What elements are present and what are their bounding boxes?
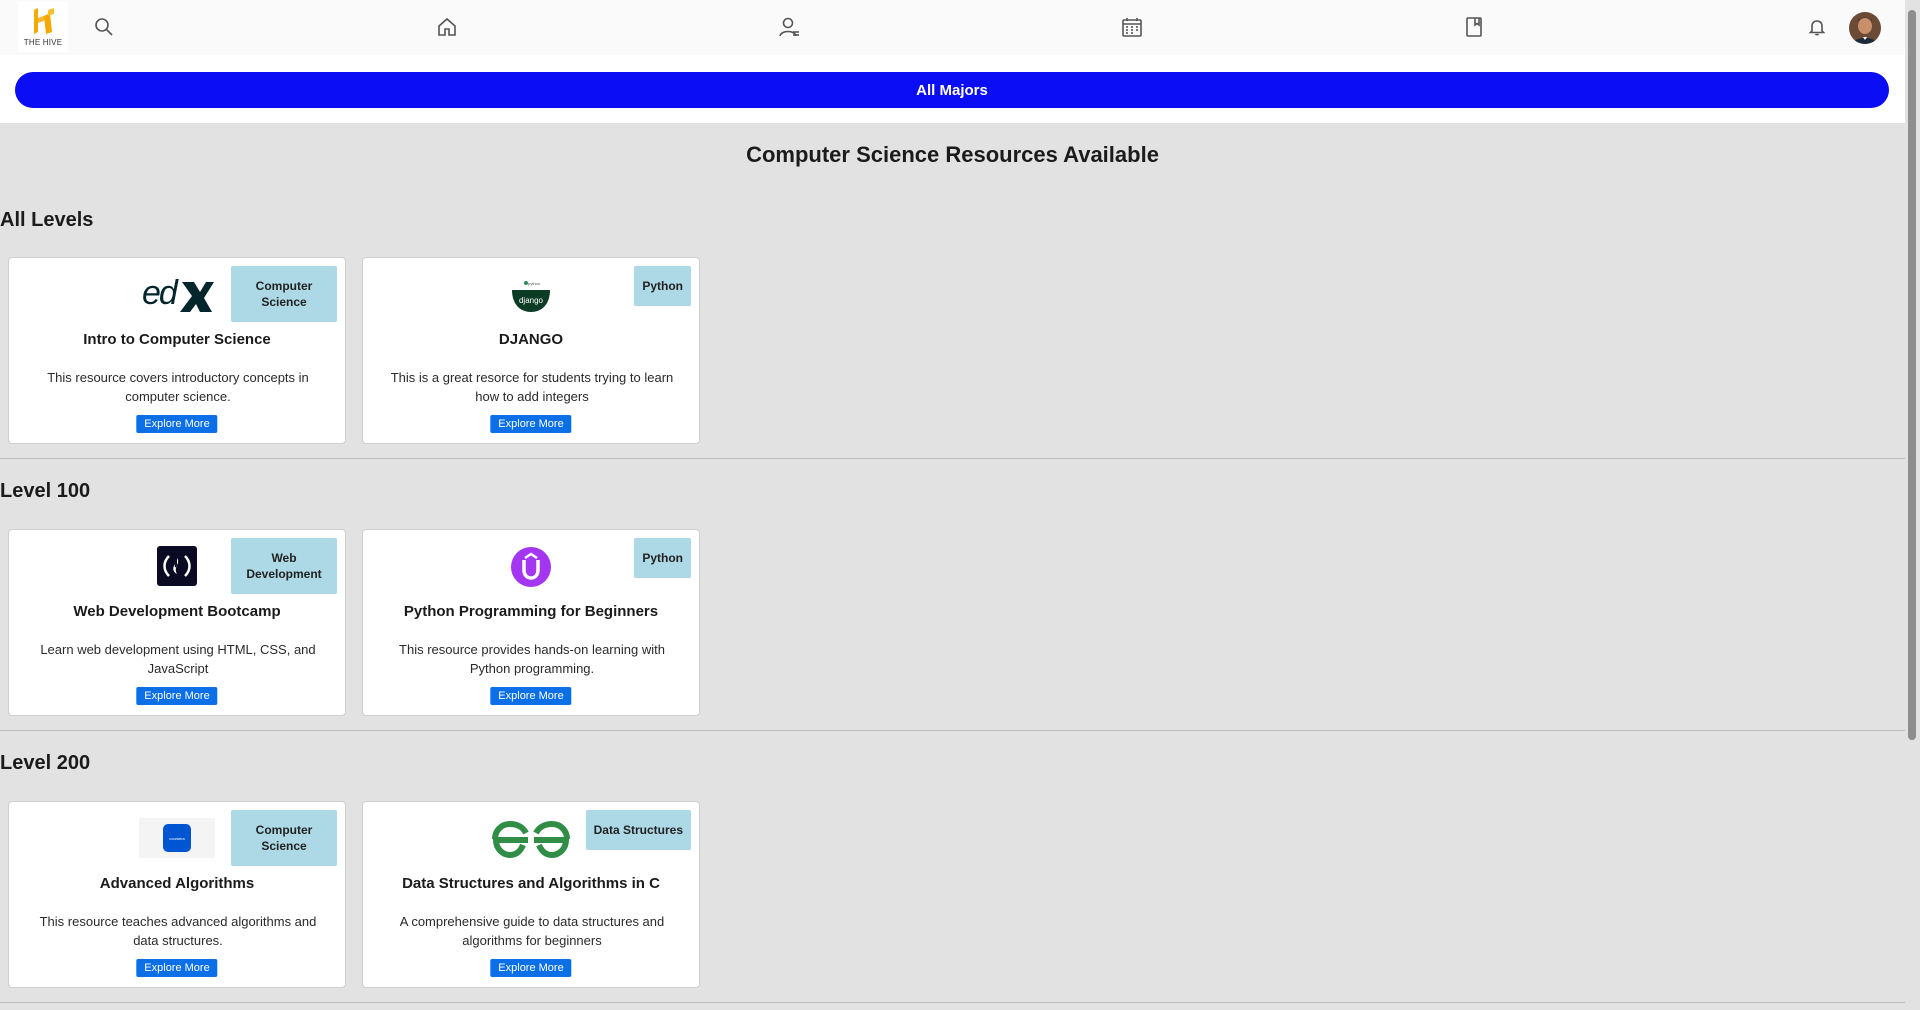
explore-more-button[interactable]: Explore More — [490, 415, 572, 433]
avatar-icon — [1849, 12, 1881, 44]
card-description: This resource teaches advanced algorithm… — [39, 914, 317, 948]
all-majors-button[interactable]: All Majors — [15, 72, 1889, 108]
bell-icon[interactable] — [1805, 15, 1829, 39]
resource-card: django python Python DJANGO This is a gr… — [362, 257, 700, 444]
section-heading-all-levels: All Levels — [0, 209, 94, 231]
svg-text:python: python — [528, 281, 540, 286]
card-title: Intro to Computer Science — [83, 331, 271, 348]
search-icon[interactable] — [92, 15, 116, 39]
coursera-logo: coursera — [139, 818, 215, 858]
section-heading-level-100: Level 100 — [0, 480, 91, 502]
explore-more-button[interactable]: Explore More — [136, 415, 218, 433]
category-tag: Web Development — [231, 538, 337, 594]
explore-more-button[interactable]: Explore More — [136, 687, 218, 705]
user-icon[interactable] — [777, 15, 801, 39]
udemy-logo — [510, 546, 552, 588]
resource-card: Python Python Programming for Beginners … — [362, 529, 700, 716]
card-description: Learn web development using HTML, CSS, a… — [40, 642, 316, 676]
brand-name: THE HIVE — [23, 38, 63, 47]
hive-logo[interactable]: THE HIVE — [18, 2, 68, 52]
card-description: This resource covers introductory concep… — [47, 370, 309, 404]
explore-more-button[interactable]: Explore More — [136, 959, 218, 977]
section-divider — [0, 1002, 1905, 1003]
category-tag: Python — [634, 266, 691, 306]
resource-card: ed Computer Science Intro to Computer Sc… — [8, 257, 346, 444]
svg-text:ed: ed — [142, 274, 179, 312]
freecodecamp-logo — [157, 546, 197, 586]
card-title: Data Structures and Algorithms in C — [402, 875, 660, 892]
explore-more-button[interactable]: Explore More — [490, 687, 572, 705]
page-title: Computer Science Resources Available — [746, 142, 1159, 167]
section-heading-level-200: Level 200 — [0, 752, 91, 774]
category-tag: Python — [634, 538, 691, 578]
resource-card: Data Structures Data Structures and Algo… — [362, 801, 700, 988]
svg-text:django: django — [519, 296, 544, 305]
vertical-scrollbar[interactable] — [1908, 10, 1916, 740]
bookmark-icon[interactable] — [1462, 15, 1486, 39]
geeksforgeeks-logo — [490, 818, 572, 860]
django-logo: django python — [510, 274, 552, 314]
card-description: This is a great resorce for students try… — [390, 370, 674, 404]
svg-text:coursera: coursera — [169, 836, 185, 841]
majors-filter-band: All Majors — [0, 55, 1905, 123]
card-title: DJANGO — [498, 331, 564, 348]
edx-logo: ed — [140, 274, 214, 314]
category-tag: Computer Science — [231, 810, 337, 866]
user-avatar[interactable] — [1849, 12, 1881, 44]
card-title: Python Programming for Beginners — [403, 603, 659, 620]
card-description: A comprehensive guide to data structures… — [399, 914, 665, 948]
explore-more-button[interactable]: Explore More — [490, 959, 572, 977]
section-divider — [0, 458, 1905, 459]
top-nav-bar: THE HIVE — [0, 0, 1905, 55]
hive-logo-icon — [34, 8, 54, 34]
card-description: This resource provides hands-on learning… — [399, 642, 665, 676]
calendar-icon[interactable] — [1120, 15, 1144, 39]
card-title: Advanced Algorithms — [99, 875, 255, 892]
home-icon[interactable] — [435, 15, 459, 39]
section-divider — [0, 730, 1905, 731]
category-tag: Computer Science — [231, 266, 337, 322]
card-title: Web Development Bootcamp — [73, 603, 281, 620]
category-tag: Data Structures — [585, 810, 691, 850]
resource-card: Web Development Web Development Bootcamp… — [8, 529, 346, 716]
resource-card: coursera Computer Science Advanced Algor… — [8, 801, 346, 988]
